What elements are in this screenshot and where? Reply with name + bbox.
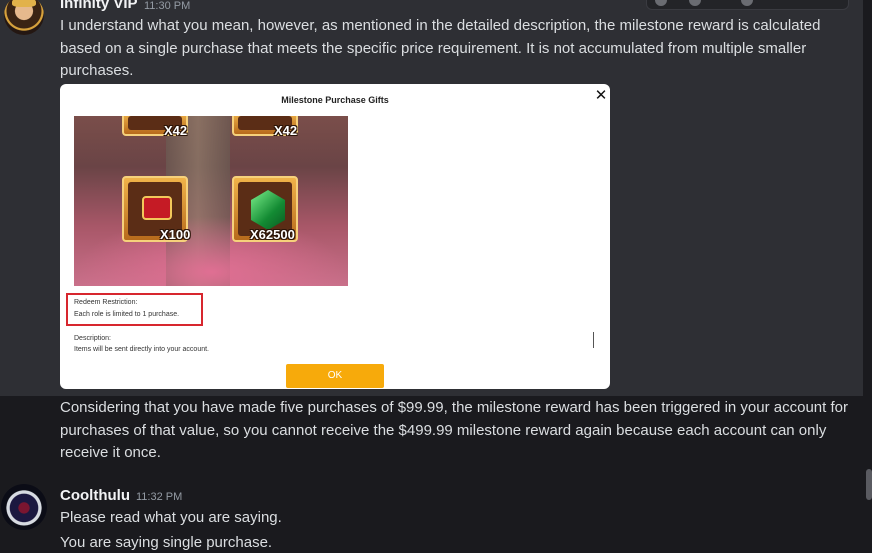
modal-scrollbar	[593, 332, 594, 348]
description-text: Items will be sent directly into your ac…	[74, 346, 210, 353]
glow-background	[74, 216, 348, 286]
username[interactable]: Coolthulu	[60, 487, 130, 504]
timestamp: 11:30 PM	[144, 0, 191, 12]
close-icon: ✕	[594, 87, 608, 104]
restriction-label: Redeem Restriction:	[74, 299, 138, 306]
scrollbar-thumb[interactable]	[866, 469, 872, 500]
ok-button: OK	[286, 364, 384, 388]
message-text: Considering that you have made five purc…	[60, 399, 848, 461]
restriction-text: Each role is limited to 1 purchase.	[74, 311, 180, 318]
reward-quantity: X42	[274, 123, 298, 138]
reward-quantity: X42	[164, 123, 188, 138]
reward-quantity: X62500	[250, 227, 295, 242]
chest-icon	[142, 196, 172, 220]
reaction-icon[interactable]	[655, 0, 667, 6]
rewards-image: X42 X42 X100 X62500	[74, 116, 348, 286]
message-action-toolbar[interactable]	[646, 0, 849, 10]
message-text: I understand what you mean, however, as …	[60, 17, 821, 79]
timestamp: 11:32 PM	[136, 491, 183, 503]
reward-quantity: X100	[160, 227, 191, 242]
gem-icon	[251, 190, 285, 230]
message-text: Please read what you are saying.	[60, 509, 282, 526]
more-icon[interactable]	[741, 0, 753, 6]
image-attachment[interactable]: Milestone Purchase Gifts ✕ X42 X42 X100 …	[60, 84, 610, 389]
modal-title: Milestone Purchase Gifts	[281, 95, 389, 105]
avatar[interactable]	[1, 484, 47, 530]
reply-icon[interactable]	[689, 0, 701, 6]
description-label: Description:	[74, 335, 111, 342]
username[interactable]: Infinity VIP	[60, 0, 138, 12]
message-text: You are saying single purchase.	[60, 534, 273, 551]
